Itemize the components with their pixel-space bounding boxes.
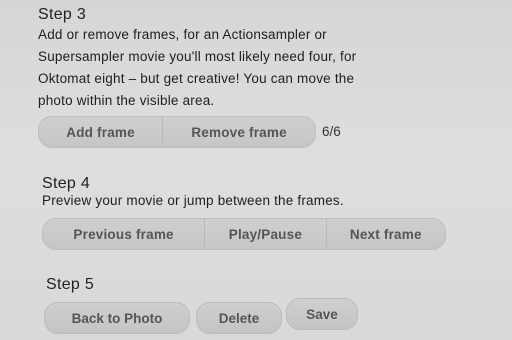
remove-frame-button[interactable]: Remove frame bbox=[162, 117, 315, 147]
play-pause-button[interactable]: Play/Pause bbox=[204, 219, 325, 249]
step3-title: Step 3 bbox=[38, 6, 87, 23]
preview-buttons-group: Previous frame Play/Pause Next frame bbox=[42, 218, 446, 250]
add-frame-button[interactable]: Add frame bbox=[39, 117, 162, 147]
frame-counter: 6/6 bbox=[322, 124, 341, 139]
previous-frame-button[interactable]: Previous frame bbox=[43, 219, 204, 249]
back-to-photo-button[interactable]: Back to Photo bbox=[44, 302, 190, 334]
step3-desc-line: photo within the visible area. bbox=[38, 93, 215, 108]
step3-desc-line: Supersampler movie you'll most likely ne… bbox=[38, 49, 357, 64]
save-button[interactable]: Save bbox=[286, 298, 358, 330]
frame-buttons-group: Add frame Remove frame bbox=[38, 116, 316, 148]
step3-desc-line: Oktomat eight – but get creative! You ca… bbox=[38, 71, 355, 86]
step5-title: Step 5 bbox=[46, 276, 95, 293]
step3-description: Add or remove frames, for an Actionsampl… bbox=[38, 24, 508, 112]
delete-button[interactable]: Delete bbox=[196, 302, 282, 334]
step4-description: Preview your movie or jump between the f… bbox=[42, 193, 344, 208]
page: Step 3 Add or remove frames, for an Acti… bbox=[0, 0, 512, 340]
step3-desc-line: Add or remove frames, for an Actionsampl… bbox=[38, 27, 327, 42]
next-frame-button[interactable]: Next frame bbox=[325, 219, 445, 249]
